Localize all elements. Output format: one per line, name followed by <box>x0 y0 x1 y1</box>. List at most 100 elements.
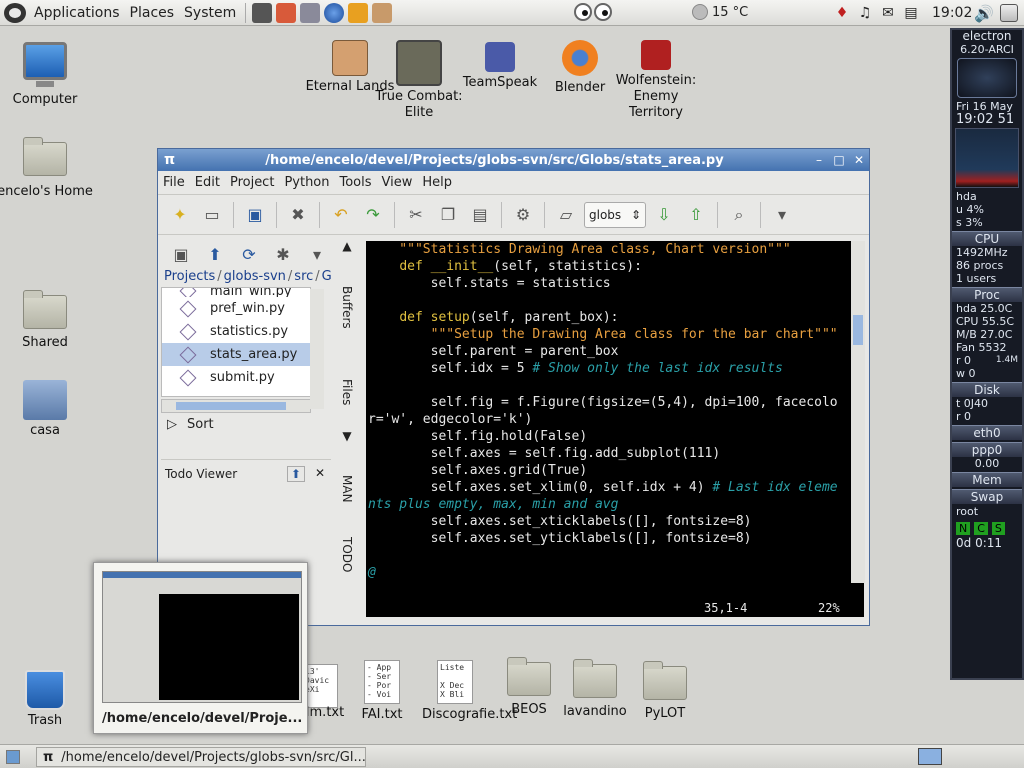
window-preview-popup[interactable]: /home/encelo/devel/Proje... <box>93 562 308 734</box>
code-line[interactable] <box>366 377 864 394</box>
desktop-icon-computer[interactable]: Computer <box>0 42 93 108</box>
file-manager-launcher-icon[interactable] <box>300 2 321 23</box>
file-row[interactable]: submit.py <box>162 366 310 389</box>
code-line[interactable]: def setup(self, parent_box): <box>366 309 864 326</box>
tab-buffers[interactable]: Buffers <box>334 267 354 347</box>
breadcrumb-item[interactable]: Projects <box>164 269 215 284</box>
tab-todo[interactable]: TODO <box>334 525 354 585</box>
code-line[interactable] <box>366 547 864 564</box>
code-line[interactable]: self.axes.grid(True) <box>366 462 864 479</box>
file-row[interactable]: main_win.py <box>162 288 310 297</box>
mail-icon[interactable]: ✉ <box>878 3 898 23</box>
menu-python[interactable]: Python <box>279 175 334 190</box>
places-menu[interactable]: Places <box>125 5 180 21</box>
code-line[interactable]: def __init__(self, statistics): <box>366 258 864 275</box>
search-icon[interactable]: ⌕ <box>725 201 753 229</box>
system-menu[interactable]: System <box>179 5 241 21</box>
desktop-icon-wolfenstein[interactable]: Wolfenstein: Enemy Territory <box>608 40 704 121</box>
code-line[interactable]: @ <box>366 564 864 581</box>
file-list-vscrollbar[interactable] <box>310 289 324 409</box>
code-line[interactable]: """Setup the Drawing Area class for the … <box>366 326 864 343</box>
detach-icon[interactable]: ⬆ <box>286 466 305 482</box>
chevron-down-icon[interactable]: ▾ <box>768 201 796 229</box>
tab-files[interactable]: Files <box>334 367 354 417</box>
tools-launcher-icon[interactable] <box>348 2 369 23</box>
ruby-icon[interactable]: ♦ <box>832 3 852 23</box>
desktop-icon-casa[interactable]: casa <box>0 380 93 439</box>
cut-icon[interactable]: ✂ <box>402 201 430 229</box>
clipboard-icon[interactable]: ▤ <box>901 3 921 23</box>
code-line[interactable]: """Statistics Drawing Area class, Chart … <box>366 241 864 258</box>
maximize-button[interactable]: □ <box>829 153 849 167</box>
paste-icon[interactable]: ▤ <box>466 201 494 229</box>
breadcrumb-item[interactable]: Globs <box>322 269 331 284</box>
workspace-switcher[interactable] <box>918 748 942 765</box>
filter-icon[interactable]: ✱ <box>269 240 297 268</box>
go-up-icon[interactable]: ⬆ <box>201 240 229 268</box>
editor-vscrollbar[interactable] <box>851 241 865 583</box>
taskbar-window-button[interactable]: π /home/encelo/devel/Projects/globs-svn/… <box>36 747 366 767</box>
gnome-foot-icon[interactable] <box>4 2 26 23</box>
profile-select[interactable]: globs ⇕ <box>584 201 646 228</box>
close-button[interactable]: ✕ <box>849 153 869 167</box>
desktop-icon-trash[interactable]: Trash <box>0 670 93 729</box>
panel-clock[interactable]: 19:02 <box>932 5 972 21</box>
desktop-icon-pylot[interactable]: PyLOT <box>617 661 713 722</box>
project-properties-icon[interactable]: ▱ <box>552 201 580 229</box>
browser-launcher-icon[interactable] <box>324 2 345 23</box>
weather-applet[interactable]: 15 °C <box>692 4 748 20</box>
battery-icon[interactable] <box>1000 4 1018 22</box>
desktop-icon-home[interactable]: encelo's Home <box>0 136 93 200</box>
close-icon[interactable]: ✕ <box>315 466 325 482</box>
code-line[interactable]: self.fig = f.Figure(figsize=(5,4), dpi=1… <box>366 394 864 411</box>
project-icon[interactable]: ▣ <box>167 240 195 268</box>
minimize-button[interactable]: – <box>809 153 829 167</box>
code-line[interactable]: self.axes.set_yticklabels([], fontsize=8… <box>366 530 864 547</box>
music-icon[interactable]: ♫ <box>855 3 875 23</box>
code-area[interactable]: """Statistics Drawing Area class, Chart … <box>366 241 864 581</box>
audio-launcher-icon[interactable] <box>276 2 297 23</box>
menu-project[interactable]: Project <box>225 175 279 190</box>
window-titlebar[interactable]: π /home/encelo/devel/Projects/globs-svn/… <box>158 149 869 171</box>
sort-expander[interactable]: ▷ Sort <box>161 413 331 435</box>
code-line[interactable]: self.stats = statistics <box>366 275 864 292</box>
file-list-hscrollbar[interactable] <box>161 399 311 413</box>
show-desktop-icon[interactable] <box>6 750 20 764</box>
upload-icon[interactable]: ⇧ <box>682 201 710 229</box>
menu-help[interactable]: Help <box>417 175 457 190</box>
copy-icon[interactable]: ❐ <box>434 201 462 229</box>
file-row-selected[interactable]: stats_area.py <box>162 343 310 366</box>
code-line[interactable]: nts plus empty, max, min and avg <box>366 496 864 513</box>
download-icon[interactable]: ⇩ <box>650 201 678 229</box>
undo-icon[interactable]: ↶ <box>327 201 355 229</box>
breadcrumb-item[interactable]: src <box>294 269 313 284</box>
menu-edit[interactable]: Edit <box>190 175 225 190</box>
close-file-icon[interactable]: ✖ <box>284 201 312 229</box>
scroll-down-icon[interactable]: ▼ <box>334 429 354 443</box>
scroll-up-icon[interactable]: ▲ <box>334 239 354 253</box>
code-line[interactable]: self.axes = self.fig.add_subplot(111) <box>366 445 864 462</box>
code-line[interactable]: self.axes.set_xticklabels([], fontsize=8… <box>366 513 864 530</box>
open-folder-icon[interactable]: ▭ <box>198 201 226 229</box>
desktop-icon-shared[interactable]: Shared <box>0 290 93 351</box>
code-line[interactable] <box>366 292 864 309</box>
redo-icon[interactable]: ↷ <box>359 201 387 229</box>
code-line[interactable]: self.parent = parent_box <box>366 343 864 360</box>
execute-gear-icon[interactable]: ⚙ <box>509 201 537 229</box>
hscroll-thumb[interactable] <box>176 402 286 410</box>
vscroll-thumb[interactable] <box>853 315 863 345</box>
new-file-icon[interactable]: ✦ <box>166 201 194 229</box>
code-editor[interactable]: """Statistics Drawing Area class, Chart … <box>366 241 864 617</box>
menu-view[interactable]: View <box>377 175 418 190</box>
menu-file[interactable]: File <box>158 175 190 190</box>
breadcrumb-item[interactable]: globs-svn <box>224 269 286 284</box>
code-line[interactable]: self.axes.set_xlim(0, self.idx + 4) # La… <box>366 479 864 496</box>
file-row[interactable]: statistics.py <box>162 320 310 343</box>
code-line[interactable]: self.fig.hold(False) <box>366 428 864 445</box>
code-line[interactable]: self.idx = 5 # Show only the last idx re… <box>366 360 864 377</box>
tab-man[interactable]: MAN <box>334 459 354 519</box>
save-icon[interactable]: ▣ <box>241 201 269 229</box>
file-row[interactable]: pref_win.py <box>162 297 310 320</box>
terminal-launcher-icon[interactable] <box>252 2 273 23</box>
menu-tools[interactable]: Tools <box>335 175 377 190</box>
